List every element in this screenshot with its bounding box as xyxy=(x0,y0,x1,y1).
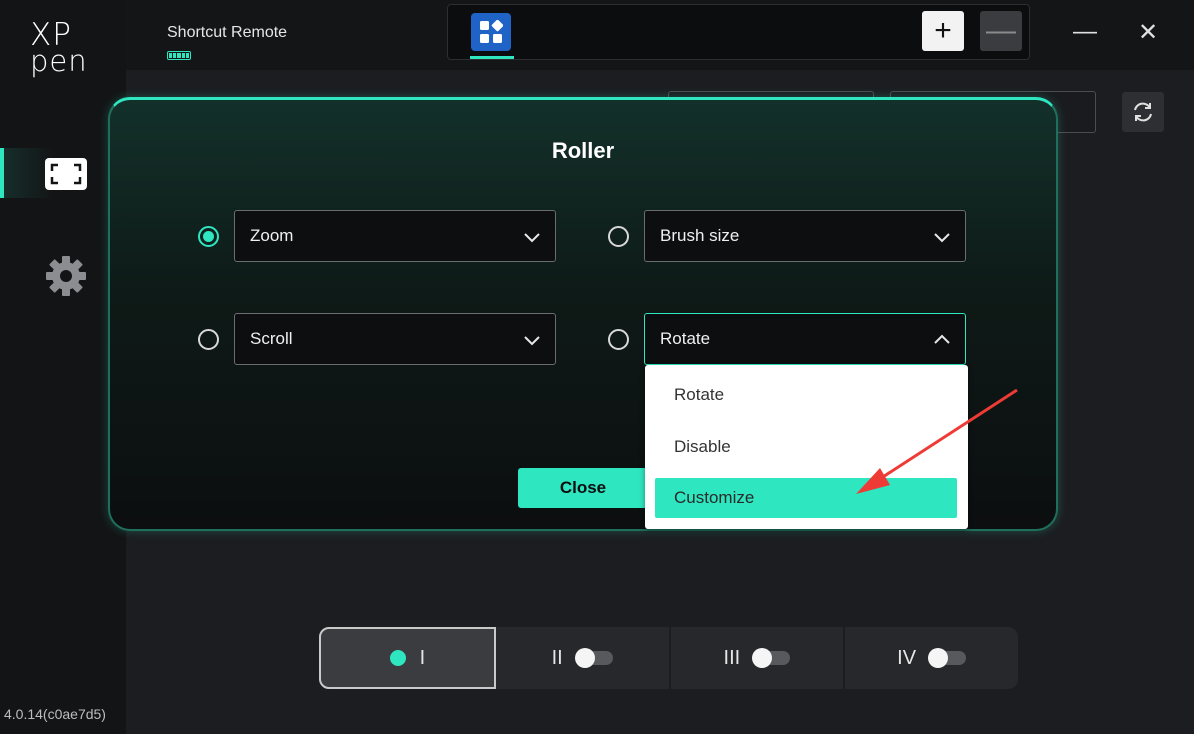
gear-icon xyxy=(46,256,86,296)
logo-line2: pen xyxy=(30,44,88,78)
battery-indicator xyxy=(167,51,191,60)
remove-app-button[interactable]: — xyxy=(980,11,1022,51)
select-value: Zoom xyxy=(250,226,294,245)
add-app-button[interactable]: + xyxy=(922,11,964,51)
app-tab-underline xyxy=(470,56,514,59)
nav-settings-button[interactable] xyxy=(44,254,88,298)
menu-item-rotate[interactable]: Rotate xyxy=(655,375,957,415)
select-value: Brush size xyxy=(660,226,740,245)
chevron-down-icon xyxy=(934,233,950,243)
radio-scroll[interactable] xyxy=(198,329,219,350)
select-value: Rotate xyxy=(660,329,711,348)
roller-select-4[interactable]: Rotate xyxy=(644,313,966,365)
chevron-down-icon xyxy=(524,233,540,243)
minimize-button[interactable]: — xyxy=(1067,14,1103,50)
device-name: Shortcut Remote xyxy=(167,24,288,41)
select-value: Scroll xyxy=(250,329,293,348)
chevron-down-icon xyxy=(524,336,540,346)
menu-item-disable[interactable]: Disable xyxy=(655,427,957,467)
roller-select-3[interactable]: Scroll xyxy=(234,313,556,365)
app-tab-all[interactable] xyxy=(471,13,511,51)
dropdown-menu: Rotate Disable Customize xyxy=(645,365,968,529)
apps-grid-icon xyxy=(480,20,503,43)
xppen-logo: XP pen xyxy=(30,20,92,78)
roller-select-1[interactable]: Zoom xyxy=(234,210,556,262)
radio-rotate[interactable] xyxy=(608,329,629,350)
chevron-up-icon xyxy=(934,334,950,344)
menu-item-customize[interactable]: Customize xyxy=(655,478,957,518)
version-label: 4.0.14(c0ae7d5) xyxy=(4,706,106,722)
close-window-button[interactable]: ✕ xyxy=(1130,14,1166,50)
radio-brush-size[interactable] xyxy=(608,226,629,247)
dialog-title: Roller xyxy=(551,138,615,163)
radio-zoom[interactable] xyxy=(198,226,219,247)
roller-select-2[interactable]: Brush size xyxy=(644,210,966,262)
close-dialog-button[interactable]: Close xyxy=(518,468,648,508)
